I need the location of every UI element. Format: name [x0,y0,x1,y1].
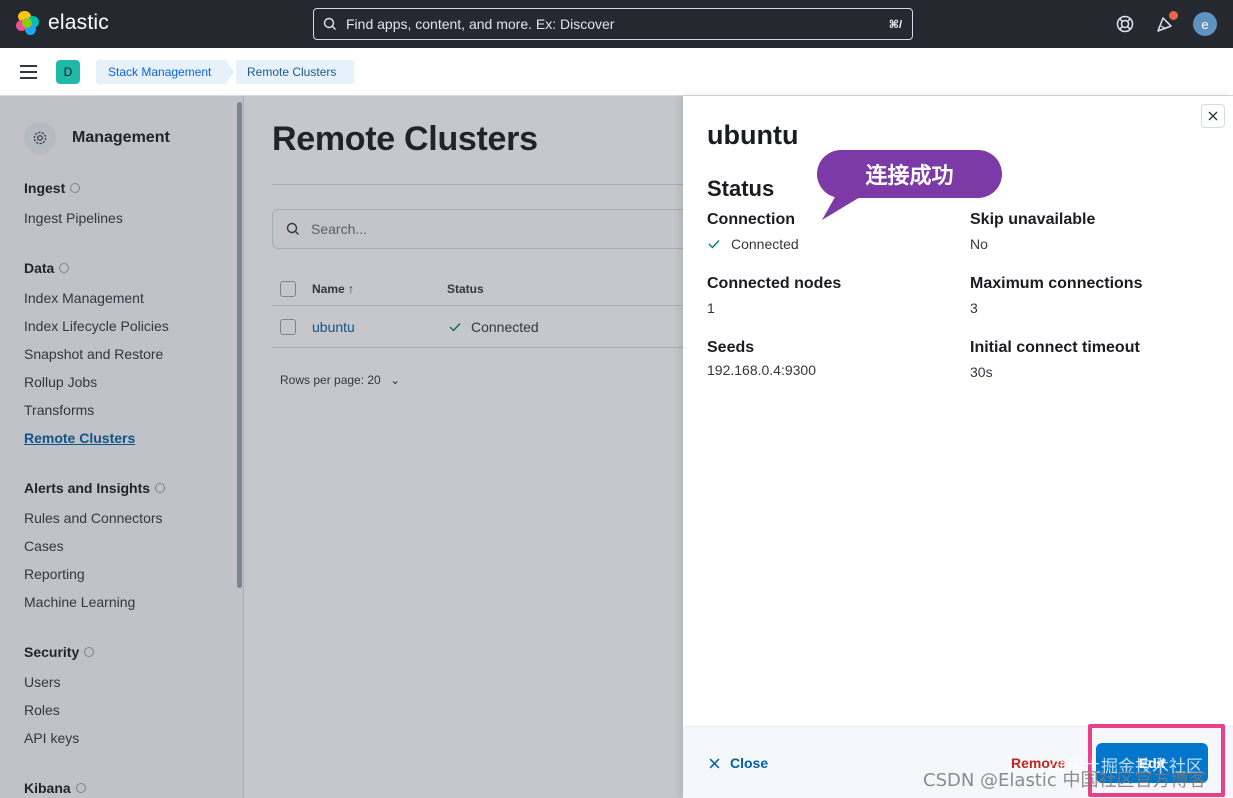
sidebar-item-users[interactable]: Users [24,674,61,690]
sidebar-group-data: Data [24,260,70,276]
info-icon [70,183,81,193]
success-callout: 连接成功 [817,150,1002,198]
column-header-status[interactable]: Status [447,282,484,296]
seeds-label: Seeds [707,339,755,356]
connect-timeout-label: Initial connect timeout [970,339,1140,356]
breadcrumb-stack-management[interactable]: Stack Management [96,60,234,84]
sidebar-group-ingest: Ingest [24,180,81,196]
info-icon [155,483,166,493]
sidebar-item-snapshot-restore[interactable]: Snapshot and Restore [24,346,163,362]
max-connections-value: 3 [970,300,978,316]
status-text: Connected [471,319,539,335]
sidebar-item-machine-learning[interactable]: Machine Learning [24,594,135,610]
rows-per-page-label: Rows per page: 20 [280,373,381,387]
sidebar-item-remote-clusters[interactable]: Remote Clusters [24,430,135,446]
global-search-input[interactable]: Find apps, content, and more. Ex: Discov… [346,16,889,32]
info-icon [84,647,95,657]
row-checkbox[interactable] [280,319,296,335]
group-label: Ingest [24,180,66,196]
close-icon [709,758,720,768]
sidebar-header: Management [24,122,170,154]
global-search[interactable]: Find apps, content, and more. Ex: Discov… [313,8,913,40]
watermark-csdn: CSDN @Elastic 中国社区官方博客 [923,770,1207,791]
row-divider [272,347,692,348]
sidebar-item-index-management[interactable]: Index Management [24,290,144,306]
seeds-value: 192.168.0.4:9300 [707,362,816,378]
sidebar-item-rules-connectors[interactable]: Rules and Connectors [24,510,163,526]
elastic-logo[interactable]: elastic [16,11,109,35]
group-label: Alerts and Insights [24,480,151,496]
help-icon[interactable] [1115,14,1135,34]
connected-nodes-label: Connected nodes [707,275,842,292]
select-all-checkbox[interactable] [280,281,296,297]
column-label: Name [312,282,345,296]
search-icon [323,17,336,30]
logo-text: elastic [48,11,109,34]
info-icon [59,263,70,273]
space-avatar[interactable]: D [56,60,80,84]
sidebar-item-roles[interactable]: Roles [24,702,60,718]
elastic-logo-icon [16,11,40,35]
info-icon [75,783,86,793]
sort-ascending-icon: ↑ [348,282,355,296]
management-sidebar: Management Ingest Ingest Pipelines Data … [0,96,244,798]
cluster-status: Connected [448,319,539,335]
table-search-input[interactable]: Search... [311,221,367,237]
group-label: Data [24,260,55,276]
connected-nodes-value: 1 [707,300,715,316]
max-connections-label: Maximum connections [970,275,1143,292]
column-header-name[interactable]: Name ↑ [312,282,354,296]
page-content: Management Ingest Ingest Pipelines Data … [0,96,1233,798]
sidebar-group-alerts: Alerts and Insights [24,480,166,496]
sidebar-item-index-lifecycle-policies[interactable]: Index Lifecycle Policies [24,318,169,334]
connection-label: Connection [707,211,795,228]
close-label: Close [730,755,769,771]
notification-dot [1169,11,1178,20]
search-shortcut-hint: ⌘/ [888,18,902,31]
cluster-name-link[interactable]: ubuntu [312,319,355,335]
user-avatar[interactable]: e [1193,12,1217,36]
sidebar-item-transforms[interactable]: Transforms [24,402,94,418]
close-button[interactable]: Close [709,755,768,771]
gear-icon [24,122,56,154]
page-title: Remote Clusters [272,120,538,158]
sidebar-group-security: Security [24,644,95,660]
flyout-title: ubuntu [707,120,799,150]
chevron-down-icon: ⌄ [390,373,401,387]
table-search[interactable]: Search... [272,209,692,249]
search-icon [286,222,299,235]
sidebar-item-reporting[interactable]: Reporting [24,566,85,582]
rows-per-page-button[interactable]: Rows per page: 20 ⌄ [280,373,400,387]
connection-value: Connected [707,236,799,252]
sidebar-item-rollup-jobs[interactable]: Rollup Jobs [24,374,97,390]
menu-toggle-icon[interactable] [20,65,37,79]
skip-unavailable-value: No [970,236,988,252]
check-icon [708,240,720,249]
top-header: elastic Find apps, content, and more. Ex… [0,0,1233,48]
flyout-close-icon[interactable] [1201,104,1225,128]
group-label: Security [24,644,80,660]
breadcrumb-bar: D Stack Management Remote Clusters [0,48,1233,96]
sidebar-item-ingest-pipelines[interactable]: Ingest Pipelines [24,210,123,226]
cluster-details-flyout: ubuntu Status Connection Connected Skip … [683,96,1233,798]
sidebar-group-kibana: Kibana [24,780,86,796]
sidebar-item-cases[interactable]: Cases [24,538,64,554]
sidebar-scrollbar[interactable] [237,102,242,588]
connect-timeout-value: 30s [970,364,993,380]
skip-unavailable-label: Skip unavailable [970,211,1096,228]
sidebar-title: Management [72,129,170,146]
breadcrumb-remote-clusters: Remote Clusters [236,60,354,84]
group-label: Kibana [24,780,71,796]
header-divider [272,305,692,306]
status-section-title: Status [707,176,775,201]
sidebar-item-api-keys[interactable]: API keys [24,730,79,746]
connection-status-text: Connected [731,236,799,252]
title-divider [272,184,692,185]
check-icon [449,323,461,332]
